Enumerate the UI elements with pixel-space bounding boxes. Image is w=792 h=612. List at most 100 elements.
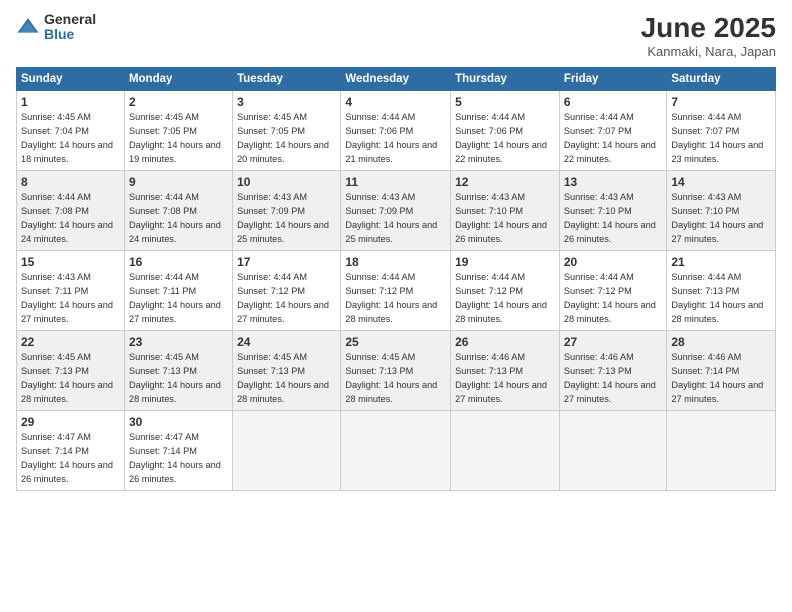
header: General Blue June 2025 Kanmaki, Nara, Ja…: [16, 12, 776, 59]
day-number: 5: [455, 94, 555, 110]
location: Kanmaki, Nara, Japan: [641, 44, 776, 59]
table-row: 3 Sunrise: 4:45 AMSunset: 7:05 PMDayligh…: [233, 91, 341, 171]
day-number: 1: [21, 94, 120, 110]
table-row: 23 Sunrise: 4:45 AMSunset: 7:13 PMDaylig…: [124, 331, 232, 411]
title-block: June 2025 Kanmaki, Nara, Japan: [641, 12, 776, 59]
day-number: 2: [129, 94, 228, 110]
table-row: 15 Sunrise: 4:43 AMSunset: 7:11 PMDaylig…: [17, 251, 125, 331]
day-number: 4: [345, 94, 446, 110]
header-friday: Friday: [559, 68, 666, 91]
day-info: Sunrise: 4:45 AMSunset: 7:13 PMDaylight:…: [345, 352, 437, 403]
day-info: Sunrise: 4:44 AMSunset: 7:12 PMDaylight:…: [455, 272, 547, 323]
day-info: Sunrise: 4:45 AMSunset: 7:13 PMDaylight:…: [237, 352, 329, 403]
calendar-week-row: 8 Sunrise: 4:44 AMSunset: 7:08 PMDayligh…: [17, 171, 776, 251]
day-number: 29: [21, 414, 120, 430]
day-number: 17: [237, 254, 336, 270]
table-row: 27 Sunrise: 4:46 AMSunset: 7:13 PMDaylig…: [559, 331, 666, 411]
table-row: 11 Sunrise: 4:43 AMSunset: 7:09 PMDaylig…: [341, 171, 451, 251]
day-number: 9: [129, 174, 228, 190]
day-info: Sunrise: 4:46 AMSunset: 7:13 PMDaylight:…: [455, 352, 547, 403]
day-number: 30: [129, 414, 228, 430]
logo-icon: [16, 15, 40, 39]
table-row: 1 Sunrise: 4:45 AMSunset: 7:04 PMDayligh…: [17, 91, 125, 171]
day-number: 14: [671, 174, 771, 190]
logo-text: General Blue: [44, 12, 96, 43]
day-info: Sunrise: 4:45 AMSunset: 7:04 PMDaylight:…: [21, 112, 113, 163]
day-number: 13: [564, 174, 662, 190]
table-row: 20 Sunrise: 4:44 AMSunset: 7:12 PMDaylig…: [559, 251, 666, 331]
day-info: Sunrise: 4:46 AMSunset: 7:14 PMDaylight:…: [671, 352, 763, 403]
header-wednesday: Wednesday: [341, 68, 451, 91]
day-number: 7: [671, 94, 771, 110]
day-number: 8: [21, 174, 120, 190]
day-number: 23: [129, 334, 228, 350]
header-saturday: Saturday: [667, 68, 776, 91]
logo-general: General: [44, 12, 96, 27]
calendar-week-row: 15 Sunrise: 4:43 AMSunset: 7:11 PMDaylig…: [17, 251, 776, 331]
table-row: 7 Sunrise: 4:44 AMSunset: 7:07 PMDayligh…: [667, 91, 776, 171]
day-info: Sunrise: 4:46 AMSunset: 7:13 PMDaylight:…: [564, 352, 656, 403]
table-row: 10 Sunrise: 4:43 AMSunset: 7:09 PMDaylig…: [233, 171, 341, 251]
page: General Blue June 2025 Kanmaki, Nara, Ja…: [0, 0, 792, 612]
day-number: 11: [345, 174, 446, 190]
day-number: 15: [21, 254, 120, 270]
table-row: 19 Sunrise: 4:44 AMSunset: 7:12 PMDaylig…: [451, 251, 560, 331]
calendar-header-row: Sunday Monday Tuesday Wednesday Thursday…: [17, 68, 776, 91]
table-row: 8 Sunrise: 4:44 AMSunset: 7:08 PMDayligh…: [17, 171, 125, 251]
table-row: [667, 411, 776, 491]
table-row: 28 Sunrise: 4:46 AMSunset: 7:14 PMDaylig…: [667, 331, 776, 411]
day-number: 28: [671, 334, 771, 350]
table-row: 29 Sunrise: 4:47 AMSunset: 7:14 PMDaylig…: [17, 411, 125, 491]
day-info: Sunrise: 4:45 AMSunset: 7:13 PMDaylight:…: [21, 352, 113, 403]
day-info: Sunrise: 4:43 AMSunset: 7:11 PMDaylight:…: [21, 272, 113, 323]
day-number: 12: [455, 174, 555, 190]
day-number: 6: [564, 94, 662, 110]
logo-blue: Blue: [44, 27, 96, 42]
table-row: 16 Sunrise: 4:44 AMSunset: 7:11 PMDaylig…: [124, 251, 232, 331]
table-row: 14 Sunrise: 4:43 AMSunset: 7:10 PMDaylig…: [667, 171, 776, 251]
table-row: [341, 411, 451, 491]
day-number: 27: [564, 334, 662, 350]
day-number: 16: [129, 254, 228, 270]
day-number: 26: [455, 334, 555, 350]
day-info: Sunrise: 4:47 AMSunset: 7:14 PMDaylight:…: [129, 432, 221, 483]
table-row: 12 Sunrise: 4:43 AMSunset: 7:10 PMDaylig…: [451, 171, 560, 251]
day-info: Sunrise: 4:45 AMSunset: 7:05 PMDaylight:…: [129, 112, 221, 163]
day-number: 18: [345, 254, 446, 270]
day-info: Sunrise: 4:43 AMSunset: 7:10 PMDaylight:…: [564, 192, 656, 243]
day-number: 3: [237, 94, 336, 110]
day-info: Sunrise: 4:43 AMSunset: 7:09 PMDaylight:…: [237, 192, 329, 243]
day-number: 25: [345, 334, 446, 350]
calendar-week-row: 29 Sunrise: 4:47 AMSunset: 7:14 PMDaylig…: [17, 411, 776, 491]
day-number: 10: [237, 174, 336, 190]
table-row: 9 Sunrise: 4:44 AMSunset: 7:08 PMDayligh…: [124, 171, 232, 251]
header-thursday: Thursday: [451, 68, 560, 91]
day-number: 22: [21, 334, 120, 350]
day-info: Sunrise: 4:44 AMSunset: 7:12 PMDaylight:…: [345, 272, 437, 323]
table-row: 26 Sunrise: 4:46 AMSunset: 7:13 PMDaylig…: [451, 331, 560, 411]
day-info: Sunrise: 4:44 AMSunset: 7:08 PMDaylight:…: [21, 192, 113, 243]
day-info: Sunrise: 4:44 AMSunset: 7:06 PMDaylight:…: [455, 112, 547, 163]
day-info: Sunrise: 4:43 AMSunset: 7:10 PMDaylight:…: [455, 192, 547, 243]
calendar: Sunday Monday Tuesday Wednesday Thursday…: [16, 67, 776, 491]
day-number: 21: [671, 254, 771, 270]
table-row: 4 Sunrise: 4:44 AMSunset: 7:06 PMDayligh…: [341, 91, 451, 171]
table-row: 22 Sunrise: 4:45 AMSunset: 7:13 PMDaylig…: [17, 331, 125, 411]
table-row: [451, 411, 560, 491]
day-number: 24: [237, 334, 336, 350]
day-info: Sunrise: 4:44 AMSunset: 7:07 PMDaylight:…: [564, 112, 656, 163]
table-row: 2 Sunrise: 4:45 AMSunset: 7:05 PMDayligh…: [124, 91, 232, 171]
calendar-week-row: 1 Sunrise: 4:45 AMSunset: 7:04 PMDayligh…: [17, 91, 776, 171]
day-number: 19: [455, 254, 555, 270]
table-row: 18 Sunrise: 4:44 AMSunset: 7:12 PMDaylig…: [341, 251, 451, 331]
day-info: Sunrise: 4:44 AMSunset: 7:11 PMDaylight:…: [129, 272, 221, 323]
day-info: Sunrise: 4:44 AMSunset: 7:12 PMDaylight:…: [237, 272, 329, 323]
table-row: 5 Sunrise: 4:44 AMSunset: 7:06 PMDayligh…: [451, 91, 560, 171]
calendar-week-row: 22 Sunrise: 4:45 AMSunset: 7:13 PMDaylig…: [17, 331, 776, 411]
table-row: 17 Sunrise: 4:44 AMSunset: 7:12 PMDaylig…: [233, 251, 341, 331]
table-row: [559, 411, 666, 491]
day-number: 20: [564, 254, 662, 270]
table-row: 24 Sunrise: 4:45 AMSunset: 7:13 PMDaylig…: [233, 331, 341, 411]
header-sunday: Sunday: [17, 68, 125, 91]
day-info: Sunrise: 4:44 AMSunset: 7:06 PMDaylight:…: [345, 112, 437, 163]
